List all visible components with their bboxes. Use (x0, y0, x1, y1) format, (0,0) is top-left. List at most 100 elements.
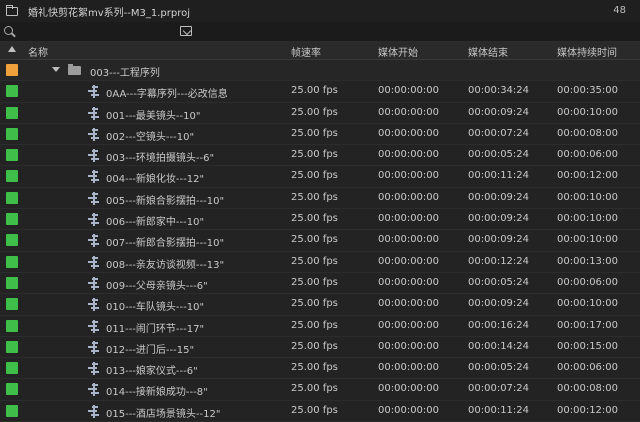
sequence-row[interactable]: 006---新郎家中---10" 25.00 fps 00:00:00:00 00:0… (0, 209, 640, 231)
media-duration: 00:00:12:00 (557, 170, 619, 182)
label-color-swatch[interactable] (6, 255, 18, 268)
sequence-name: 011---闹门环节---17" (106, 323, 205, 335)
sequence-icon (88, 149, 100, 163)
sequence-row[interactable]: 004---新娘化妆---12" 25.00 fps 00:00:00:00 00:0… (0, 166, 640, 188)
sequence-icon (88, 362, 100, 376)
column-media-duration[interactable]: 媒体持续时间 (557, 44, 617, 59)
column-media-start[interactable]: 媒体开始 (378, 44, 418, 59)
column-header: 名称 帧速率 媒体开始 媒体结束 媒体持续时间 (0, 42, 640, 60)
sequence-row[interactable]: 014---接新娘成功---8" 25.00 fps 00:00:00:00 00:0… (0, 379, 640, 401)
sequence-name: 004---新娘化妆---12" (106, 174, 205, 186)
sequence-icon (88, 213, 100, 227)
project-item-list: 003---工程序列 0AA---字幕序列---必改信息 25.00 fps 00:… (0, 60, 640, 422)
media-start: 00:00:00:00 (378, 255, 440, 267)
media-duration: 00:00:06:00 (557, 276, 619, 288)
label-color-swatch[interactable] (6, 85, 18, 98)
label-color-swatch[interactable] (6, 64, 18, 76)
media-end: 00:00:09:24 (468, 298, 530, 310)
frame-rate: 25.00 fps (291, 340, 338, 352)
search-icon[interactable] (4, 26, 13, 35)
sequence-name: 001---最美镜头--10" (106, 110, 201, 122)
frame-rate: 25.00 fps (291, 362, 338, 374)
media-end: 00:00:11:24 (468, 170, 530, 182)
frame-rate: 25.00 fps (291, 383, 338, 395)
sequence-row[interactable]: 009---父母亲镜头---6" 25.00 fps 00:00:00:00 00:0… (0, 273, 640, 295)
media-duration: 00:00:10:00 (557, 298, 619, 310)
sequence-row[interactable]: 007---新郎合影摆拍---10" 25.00 fps 00:00:00:00 00… (0, 230, 640, 252)
sequence-icon (88, 276, 100, 290)
media-end: 00:00:07:24 (468, 383, 530, 395)
label-color-swatch[interactable] (6, 106, 18, 119)
media-end: 00:00:12:24 (468, 255, 530, 267)
item-count: 48 (613, 5, 626, 16)
sequence-row[interactable]: 011---闹门环节---17" 25.00 fps 00:00:00:00 00:0… (0, 316, 640, 337)
sequence-name: 002---空镜头---10" (106, 131, 195, 143)
sequence-icon (88, 234, 100, 248)
media-end: 00:00:34:24 (468, 85, 530, 97)
label-color-swatch[interactable] (6, 404, 18, 417)
new-bin-icon[interactable] (180, 26, 192, 36)
media-end: 00:00:16:24 (468, 319, 530, 331)
expand-triangle-icon[interactable] (52, 67, 60, 72)
media-start: 00:00:00:00 (378, 149, 440, 161)
label-color-swatch[interactable] (6, 362, 18, 375)
sequence-icon (88, 404, 100, 418)
sequence-row[interactable]: 015---酒店场景镜头--12" 25.00 fps 00:00:00:00 00:… (0, 401, 640, 422)
column-fps[interactable]: 帧速率 (291, 44, 321, 59)
sequence-row[interactable]: 003---环境拍摄镜头--6" 25.00 fps 00:00:00:00 00:0… (0, 145, 640, 167)
label-color-swatch[interactable] (6, 298, 18, 311)
sequence-row[interactable]: 013---娘家仪式---6" 25.00 fps 00:00:00:00 00:00… (0, 358, 640, 380)
sequence-row[interactable]: 008---亲友访谈视频---13" 25.00 fps 00:00:00:00 00… (0, 252, 640, 273)
column-name[interactable]: 名称 (28, 44, 48, 59)
sequence-icon (88, 298, 100, 312)
sequence-row[interactable]: 005---新娘合影摆拍---10" 25.00 fps 00:00:00:00 00… (0, 188, 640, 210)
label-color-swatch[interactable] (6, 276, 18, 289)
media-start: 00:00:00:00 (378, 319, 440, 331)
media-start: 00:00:00:00 (378, 404, 440, 416)
frame-rate: 25.00 fps (291, 149, 338, 161)
label-color-swatch[interactable] (6, 383, 18, 396)
project-folder-icon (6, 4, 18, 16)
label-color-swatch[interactable] (6, 149, 18, 162)
sequence-icon (88, 340, 100, 354)
sequence-icon (88, 255, 100, 269)
sequence-row[interactable]: 0AA---字幕序列---必改信息 25.00 fps 00:00:00:00 00:… (0, 81, 640, 103)
label-color-swatch[interactable] (6, 127, 18, 140)
label-color-swatch[interactable] (6, 170, 18, 183)
frame-rate: 25.00 fps (291, 191, 338, 203)
sequence-row[interactable]: 002---空镜头---10" 25.00 fps 00:00:00:00 00:00… (0, 124, 640, 146)
sequence-row[interactable]: 001---最美镜头--10" 25.00 fps 00:00:00:00 00:00… (0, 103, 640, 124)
sort-ascending-icon[interactable] (8, 46, 16, 52)
frame-rate: 25.00 fps (291, 298, 338, 310)
sequence-icon (88, 191, 100, 205)
media-duration: 00:00:10:00 (557, 191, 619, 203)
frame-rate: 25.00 fps (291, 170, 338, 182)
media-end: 00:00:09:24 (468, 213, 530, 225)
sequence-row[interactable]: 010---车队镜头---10" 25.00 fps 00:00:00:00 00:0… (0, 294, 640, 316)
media-duration: 00:00:06:00 (557, 149, 619, 161)
frame-rate: 25.00 fps (291, 127, 338, 139)
frame-rate: 25.00 fps (291, 276, 338, 288)
label-color-swatch[interactable] (6, 191, 18, 204)
media-end: 00:00:09:24 (468, 191, 530, 203)
media-start: 00:00:00:00 (378, 85, 440, 97)
media-duration: 00:00:13:00 (557, 255, 619, 267)
media-start: 00:00:00:00 (378, 213, 440, 225)
search-bar (0, 22, 640, 42)
sequence-name: 007---新郎合影摆拍---10" (106, 238, 225, 250)
column-media-end[interactable]: 媒体结束 (468, 44, 508, 59)
label-color-swatch[interactable] (6, 234, 18, 247)
search-input[interactable] (18, 25, 168, 39)
label-color-swatch[interactable] (6, 340, 18, 353)
folder-row[interactable]: 003---工程序列 (0, 60, 640, 82)
label-color-swatch[interactable] (6, 213, 18, 226)
media-end: 00:00:05:24 (468, 276, 530, 288)
sequence-name: 006---新郎家中---10" (106, 217, 205, 229)
media-duration: 00:00:10:00 (557, 213, 619, 225)
media-end: 00:00:09:24 (468, 234, 530, 246)
label-color-swatch[interactable] (6, 319, 18, 332)
media-end: 00:00:14:24 (468, 340, 530, 352)
media-duration: 00:00:17:00 (557, 319, 619, 331)
media-duration: 00:00:35:00 (557, 85, 619, 97)
sequence-row[interactable]: 012---进门后---15" 25.00 fps 00:00:00:00 00:00… (0, 337, 640, 359)
